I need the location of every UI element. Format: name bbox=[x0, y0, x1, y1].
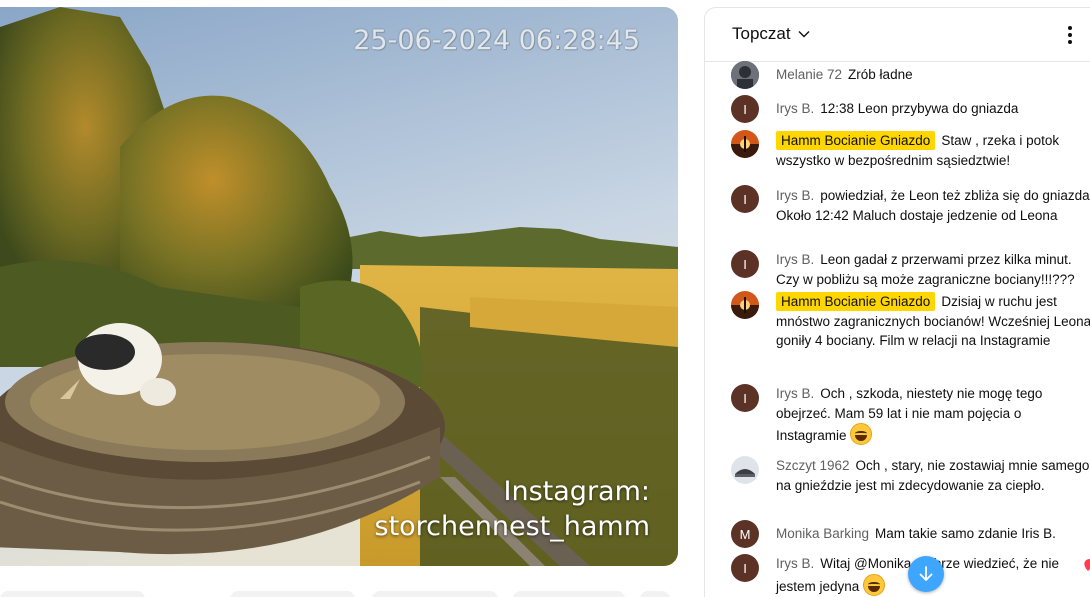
avatar[interactable]: I bbox=[731, 384, 759, 412]
chat-author[interactable]: Irys B. bbox=[776, 101, 814, 116]
page: 25-06-2024 06:28:45 Instagram: storchenn… bbox=[0, 0, 1090, 597]
overlay-line-2: storchennest_hamm bbox=[374, 511, 651, 542]
chat-author[interactable]: Irys B. bbox=[776, 386, 814, 401]
chat-header: Topczat bbox=[705, 8, 1090, 62]
chat-mode-label: Topczat bbox=[732, 24, 791, 43]
avatar[interactable]: M bbox=[731, 520, 759, 548]
owner-badge[interactable]: Hamm Bocianie Gniazdo bbox=[776, 131, 936, 150]
chevron-down-icon bbox=[798, 31, 810, 38]
avatar[interactable]: I bbox=[731, 250, 759, 278]
scroll-to-bottom-button[interactable] bbox=[908, 556, 944, 592]
more-vert-icon[interactable] bbox=[1061, 23, 1079, 47]
chat-author[interactable]: Szczyt 1962 bbox=[776, 458, 850, 473]
video-player[interactable]: 25-06-2024 06:28:45 Instagram: storchenn… bbox=[0, 7, 678, 566]
action-pill-3[interactable] bbox=[372, 591, 498, 597]
video-timestamp: 25-06-2024 06:28:45 bbox=[353, 25, 640, 56]
chat-author[interactable]: Monika Barking bbox=[776, 526, 869, 541]
chat-text: powiedział, że Leon też zbliża się do gn… bbox=[776, 188, 1090, 223]
action-pill-4[interactable] bbox=[513, 591, 625, 597]
heart-reaction-icon[interactable] bbox=[1080, 553, 1090, 575]
chat-text: 12:38 Leon przybywa do gniazda bbox=[820, 101, 1019, 116]
chat-author[interactable]: Irys B. bbox=[776, 188, 814, 203]
video-instagram-overlay: Instagram: storchennest_hamm bbox=[375, 474, 651, 544]
avatar[interactable] bbox=[731, 130, 759, 158]
chat-text: Leon gadał z przerwami przez kilka minut… bbox=[776, 252, 1075, 287]
avatar[interactable] bbox=[731, 456, 759, 484]
action-pill-2[interactable] bbox=[230, 591, 355, 597]
chat-author[interactable]: Melanie 72 bbox=[776, 67, 842, 82]
avatar[interactable] bbox=[731, 291, 759, 319]
avatar[interactable]: I bbox=[731, 185, 759, 213]
sweat-smile-emoji-icon bbox=[850, 423, 873, 445]
avatar[interactable]: I bbox=[731, 554, 759, 582]
live-chat-panel: Topczat Melanie 72 Zrób ładne I Irys B. … bbox=[704, 7, 1090, 597]
chat-mode-dropdown[interactable]: Topczat bbox=[732, 24, 811, 44]
action-pill-5[interactable] bbox=[640, 591, 670, 597]
chat-text: Zrób ładne bbox=[848, 67, 913, 82]
chat-author[interactable]: Irys B. bbox=[776, 252, 814, 267]
chat-text: Och , szkoda, niestety nie mogę tego obe… bbox=[776, 386, 1043, 443]
overlay-line-1: Instagram: bbox=[503, 476, 650, 507]
arrow-down-icon bbox=[919, 566, 933, 581]
avatar[interactable]: I bbox=[731, 95, 759, 123]
owner-badge[interactable]: Hamm Bocianie Gniazdo bbox=[776, 292, 936, 311]
action-pill-1[interactable] bbox=[0, 591, 145, 597]
chat-author[interactable]: Irys B. bbox=[776, 556, 814, 571]
avatar[interactable] bbox=[731, 61, 759, 89]
chat-text: Mam takie samo zdanie Iris B. bbox=[875, 526, 1056, 541]
sweat-smile-emoji-icon bbox=[863, 573, 886, 596]
